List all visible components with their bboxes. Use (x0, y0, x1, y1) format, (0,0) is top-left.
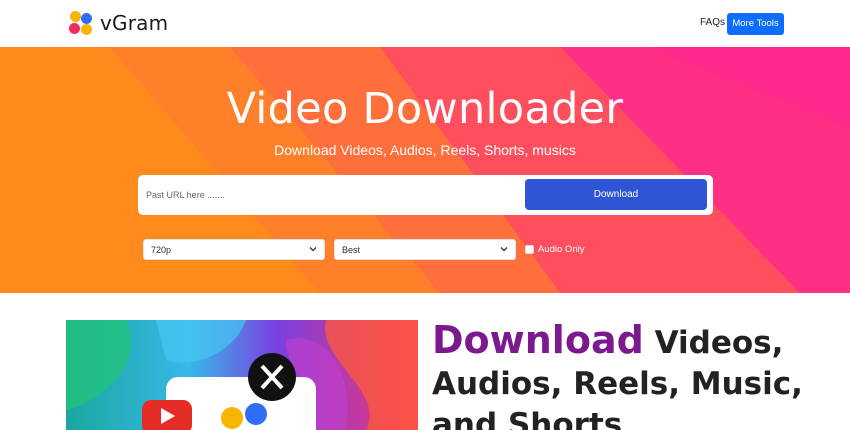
quality-select[interactable]: 720p (143, 239, 325, 260)
brand-name: vGram (100, 11, 169, 35)
format-select-value: Best (342, 245, 361, 255)
four-dots-logo-icon (68, 10, 94, 36)
promo-heading-accent: Download (432, 318, 644, 362)
more-tools-button[interactable]: More Tools (727, 13, 784, 35)
audio-only-label: Audio Only (538, 244, 585, 255)
chevron-down-icon (309, 247, 317, 252)
youtube-play-icon (142, 400, 192, 430)
format-select[interactable]: Best (334, 239, 516, 260)
audio-only-toggle[interactable]: Audio Only (525, 244, 584, 255)
chevron-down-icon (500, 247, 508, 252)
brand-logo[interactable]: vGram (68, 10, 168, 36)
hero-section: Video Downloader Download Videos, Audios… (0, 47, 850, 293)
page-title: Video Downloader (226, 84, 624, 134)
x-logo-icon (248, 353, 296, 401)
page-subtitle: Download Videos, Audios, Reels, Shorts, … (274, 142, 576, 158)
promo-illustration (66, 320, 418, 430)
promo-image (66, 320, 418, 430)
audio-only-checkbox[interactable] (525, 245, 534, 254)
url-search-box: Download (138, 175, 713, 215)
nav-link-faqs[interactable]: FAQs (700, 17, 725, 28)
download-button[interactable]: Download (525, 179, 707, 210)
url-input[interactable] (146, 183, 516, 207)
top-navbar: vGram FAQs More Tools (0, 0, 850, 47)
quality-select-value: 720p (151, 245, 172, 255)
promo-heading: Download Videos, Audios, Reels, Music, a… (432, 321, 842, 430)
